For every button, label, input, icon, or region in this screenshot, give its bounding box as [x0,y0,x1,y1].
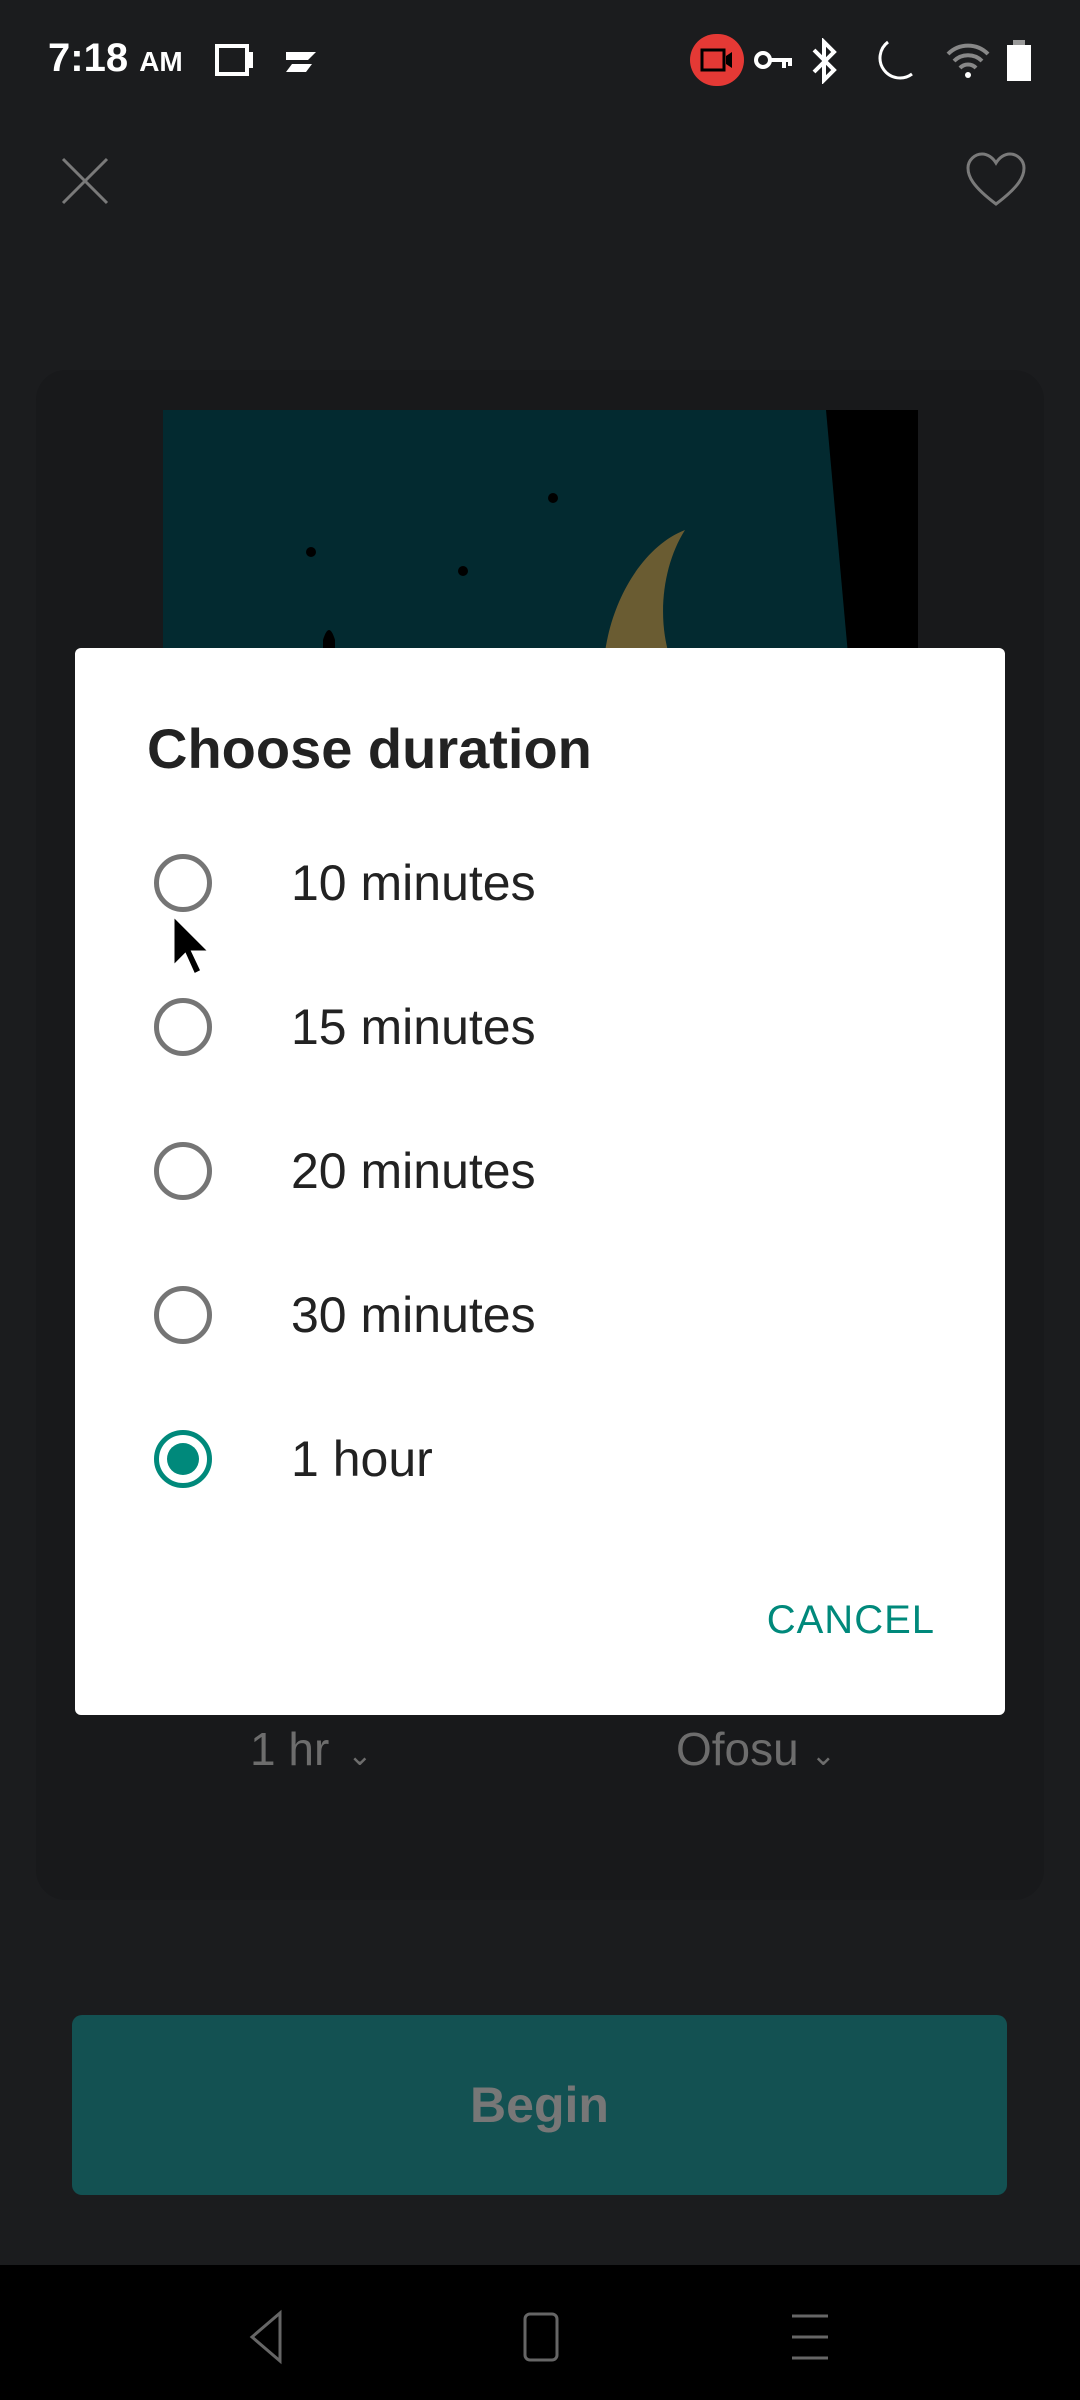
option-30-minutes[interactable]: 30 minutes [75,1243,1005,1387]
choose-duration-dialog: Choose duration 10 minutes 15 minutes 20… [75,648,1005,1715]
radio-button-selected[interactable] [154,1430,212,1488]
mouse-cursor-icon [171,912,214,978]
option-15-minutes[interactable]: 15 minutes [75,955,1005,1099]
cancel-button[interactable]: CANCEL [767,1598,935,1643]
radio-button[interactable] [154,854,212,912]
option-1-hour[interactable]: 1 hour [75,1387,1005,1531]
radio-button[interactable] [154,1142,212,1200]
dialog-title: Choose duration [147,717,592,780]
option-10-minutes[interactable]: 10 minutes [75,811,1005,955]
option-20-minutes[interactable]: 20 minutes [75,1099,1005,1243]
radio-button[interactable] [154,1286,212,1344]
radio-button[interactable] [154,998,212,1056]
